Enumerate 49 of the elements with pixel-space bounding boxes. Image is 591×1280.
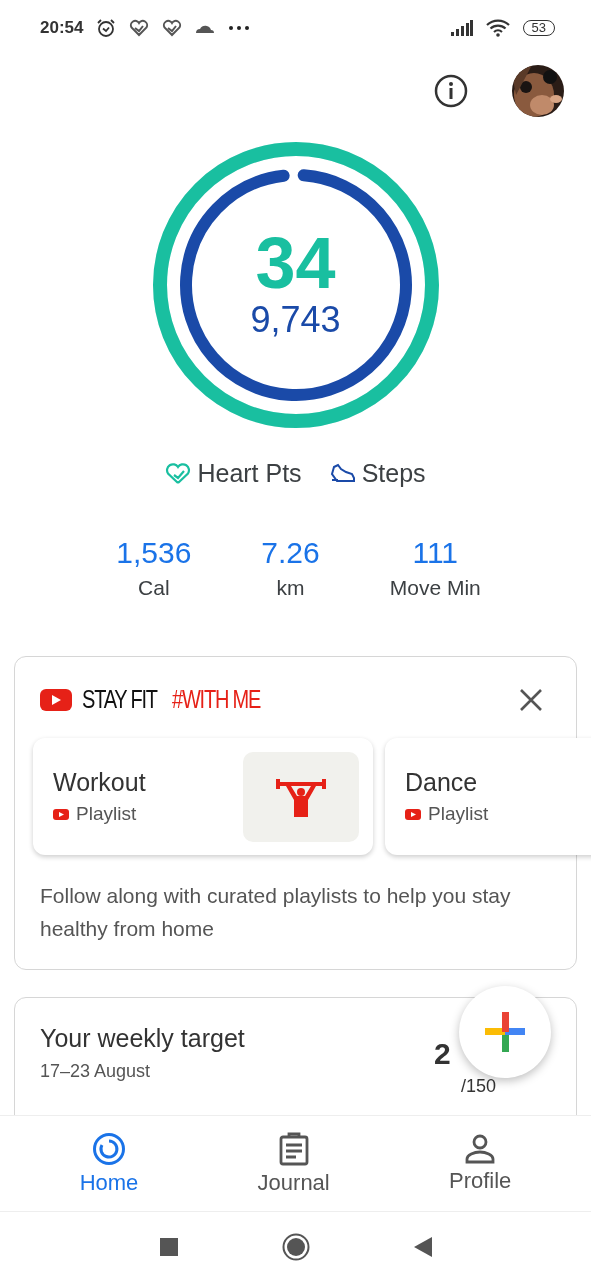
- weekly-target: /150: [460, 1076, 498, 1097]
- card-title: Your weekly target: [40, 1024, 246, 1053]
- alarm-icon: [96, 18, 117, 38]
- person-icon: [465, 1133, 496, 1164]
- back-icon[interactable]: [413, 1237, 432, 1257]
- play-logo-icon: [405, 808, 421, 820]
- home-icon[interactable]: [281, 1233, 310, 1261]
- wifi-icon: [485, 19, 510, 37]
- plus-icon: [485, 1012, 525, 1052]
- playlist-card[interactable]: Dance Playlist: [385, 738, 591, 855]
- info-icon[interactable]: [434, 74, 468, 108]
- date-range: 17–23 August: [40, 1061, 152, 1082]
- shoe-icon: [329, 462, 356, 485]
- playlist-subtitle: Playlist: [428, 803, 489, 825]
- ring-icon: [91, 1131, 126, 1166]
- play-logo-icon: [40, 688, 72, 711]
- logo-hashtag: #WITH ME: [171, 685, 260, 714]
- nav-tab[interactable]: Profile: [449, 1133, 512, 1194]
- legend-label: Heart Pts: [197, 459, 302, 488]
- recents-icon[interactable]: [159, 1238, 178, 1256]
- playlist-title: Dance: [405, 768, 479, 797]
- heart-icon: [162, 19, 183, 37]
- weekly-target-card[interactable]: Your weekly target 17–23 August 2 /150: [14, 997, 577, 1115]
- logo-text: STAY FIT: [82, 685, 157, 714]
- stat-value: 111: [412, 536, 459, 570]
- legend-label: Steps: [361, 459, 426, 488]
- stat-label: Move Min: [389, 576, 481, 600]
- close-icon[interactable]: [519, 687, 543, 712]
- clipboard-icon: [278, 1131, 309, 1166]
- playlist-card[interactable]: Workout Playlist: [33, 738, 373, 855]
- play-logo-icon: [53, 808, 69, 820]
- weightlifter-icon: [276, 776, 326, 817]
- playlist-subtitle: Playlist: [76, 803, 137, 825]
- steps-value: 9,743: [250, 301, 341, 339]
- stat-value: 7.26: [261, 536, 320, 570]
- promo-description: Follow along with curated playlists to help you stay healthy from home: [40, 883, 512, 942]
- nav-tab[interactable]: Home: [79, 1131, 139, 1196]
- heart-points-value: 34: [255, 225, 336, 301]
- signal-icon: [450, 20, 473, 36]
- status-time: 20:54: [40, 18, 84, 38]
- playlist-title: Workout: [53, 768, 147, 797]
- stat-label: Cal: [138, 576, 170, 600]
- heart-icon: [165, 462, 192, 485]
- weekly-value: 2: [434, 1038, 452, 1070]
- heart-icon: [129, 19, 150, 37]
- stat-label: km: [276, 576, 305, 600]
- more-icon: [228, 25, 251, 31]
- stat-value: 1,536: [116, 536, 192, 570]
- nav-tab[interactable]: Journal: [257, 1131, 330, 1196]
